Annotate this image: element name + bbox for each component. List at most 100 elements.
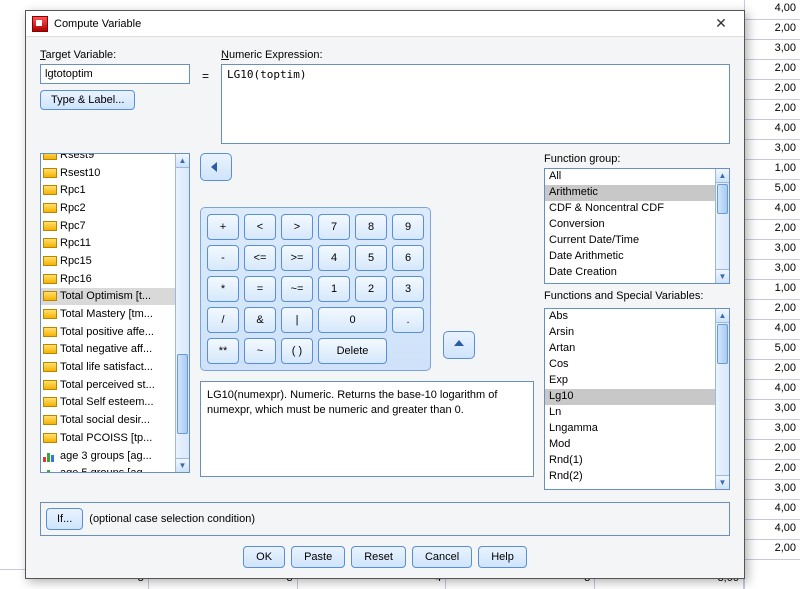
function-group-item[interactable]: Current Date/Time [545,233,715,249]
variable-list-item-label: Rsest10 [60,167,100,179]
numeric-expression-input[interactable] [221,64,730,144]
keypad-button[interactable]: . [392,307,424,333]
variable-list-scrollbar[interactable]: ▲ ▼ [175,154,189,472]
variable-list-item[interactable]: Total Mastery [tm... [41,305,175,323]
function-item[interactable]: Lngamma [545,421,715,437]
function-group-item[interactable]: All [545,169,715,185]
function-group-list[interactable]: AllArithmeticCDF & Noncentral CDFConvers… [544,168,730,284]
keypad-button[interactable]: 9 [392,214,424,240]
function-item[interactable]: Artan [545,341,715,357]
function-item[interactable]: Lg10 [545,389,715,405]
scroll-down-icon[interactable]: ▼ [716,475,729,489]
scroll-thumb[interactable] [717,324,728,364]
keypad-button[interactable]: ** [207,338,239,364]
variable-list-item[interactable]: Total social desir... [41,411,175,429]
variable-list-item[interactable]: Total Self esteem... [41,394,175,412]
keypad-button[interactable]: 1 [318,276,350,302]
scroll-up-icon[interactable]: ▲ [176,154,189,168]
function-item[interactable]: Rnd(1) [545,453,715,469]
reset-button[interactable]: Reset [351,546,406,568]
type-and-label-button[interactable]: Type & Label... [40,90,135,110]
scroll-thumb[interactable] [177,354,188,434]
keypad-button[interactable]: + [207,214,239,240]
ok-button[interactable]: OK [243,546,285,568]
variable-list-item[interactable]: Rpc11 [41,234,175,252]
function-group-item[interactable]: Arithmetic [545,185,715,201]
variable-list-item-label: Rpc15 [60,255,92,267]
keypad-button[interactable]: / [207,307,239,333]
variable-list-item[interactable]: Total Optimism [t... [41,288,175,306]
variable-list-item[interactable]: age 5 groups [ag... [41,464,175,472]
bg-cell: 3,00 [745,140,800,160]
insert-function-button[interactable] [443,331,475,359]
keypad-button[interactable]: = [244,276,276,302]
keypad-button[interactable]: < [244,214,276,240]
function-item[interactable]: Rnd(2) [545,469,715,485]
paste-button[interactable]: Paste [291,546,345,568]
bg-cell: 2,00 [745,80,800,100]
keypad-button[interactable]: 5 [355,245,387,271]
keypad-button[interactable]: 8 [355,214,387,240]
keypad-button[interactable]: 4 [318,245,350,271]
function-group-item[interactable]: Date Arithmetic [545,249,715,265]
keypad-button[interactable]: 3 [392,276,424,302]
keypad-button[interactable]: ( ) [281,338,313,364]
function-group-label: Function group: [544,153,730,165]
move-to-expression-button[interactable] [200,153,232,181]
ruler-icon [43,154,57,160]
keypad-button[interactable]: & [244,307,276,333]
variable-list-item[interactable]: Total positive affe... [41,323,175,341]
variable-list-item[interactable]: Rpc15 [41,252,175,270]
keypad-button[interactable]: >= [281,245,313,271]
variable-list-item[interactable]: Rpc16 [41,270,175,288]
keypad-button[interactable]: 6 [392,245,424,271]
function-item[interactable]: Mod [545,437,715,453]
function-item[interactable]: Abs [545,309,715,325]
scroll-thumb[interactable] [717,184,728,214]
variable-list-item[interactable]: Rsest9 [41,154,175,164]
keypad-button[interactable]: | [281,307,313,333]
scroll-up-icon[interactable]: ▲ [716,309,729,323]
keypad-button[interactable]: ~= [281,276,313,302]
function-item[interactable]: Exp [545,373,715,389]
keypad-button[interactable]: 7 [318,214,350,240]
scroll-down-icon[interactable]: ▼ [716,269,729,283]
variable-list-item[interactable]: Rpc7 [41,217,175,235]
keypad-button[interactable]: <= [244,245,276,271]
function-group-scrollbar[interactable]: ▲ ▼ [715,169,729,283]
functions-label: Functions and Special Variables: [544,290,730,302]
close-icon[interactable]: ✕ [704,13,738,35]
variable-list-item[interactable]: Rsest10 [41,164,175,182]
cancel-button[interactable]: Cancel [412,546,472,568]
functions-list-scrollbar[interactable]: ▲ ▼ [715,309,729,489]
keypad-delete-button[interactable]: Delete [318,338,387,364]
variable-list-item[interactable]: Rpc2 [41,199,175,217]
variable-list-item[interactable]: Total PCOISS [tp... [41,429,175,447]
variable-list-item[interactable]: Total perceived st... [41,376,175,394]
variable-list-item[interactable]: Total life satisfact... [41,358,175,376]
function-group-item[interactable]: Date Creation [545,265,715,281]
variable-list-item[interactable]: Total negative aff... [41,341,175,359]
function-group-item[interactable]: CDF & Noncentral CDF [545,201,715,217]
help-button[interactable]: Help [478,546,527,568]
keypad-button[interactable]: > [281,214,313,240]
keypad-button[interactable]: 0 [318,307,387,333]
variable-list-item[interactable]: age 3 groups [ag... [41,447,175,465]
scroll-down-icon[interactable]: ▼ [176,458,189,472]
variable-list[interactable]: Rsest9 Rsest10 Rpc1Rpc2Rpc7Rpc11 Rpc15 Rpc16… [40,153,190,473]
function-item[interactable]: Ln [545,405,715,421]
functions-list[interactable]: AbsArsinArtanCosExpLg10LnLngammaModRnd(1… [544,308,730,490]
scroll-up-icon[interactable]: ▲ [716,169,729,183]
keypad-button[interactable]: - [207,245,239,271]
target-variable-input[interactable] [40,64,190,84]
function-item[interactable]: Arsin [545,325,715,341]
keypad-button[interactable]: ~ [244,338,276,364]
keypad-button[interactable]: * [207,276,239,302]
keypad-button[interactable]: 2 [355,276,387,302]
function-item[interactable]: Cos [545,357,715,373]
ruler-icon [43,168,57,178]
function-group-item[interactable]: Conversion [545,217,715,233]
bg-cell: 2,00 [745,300,800,320]
if-button[interactable]: If... [46,508,83,530]
variable-list-item[interactable]: Rpc1 [41,181,175,199]
